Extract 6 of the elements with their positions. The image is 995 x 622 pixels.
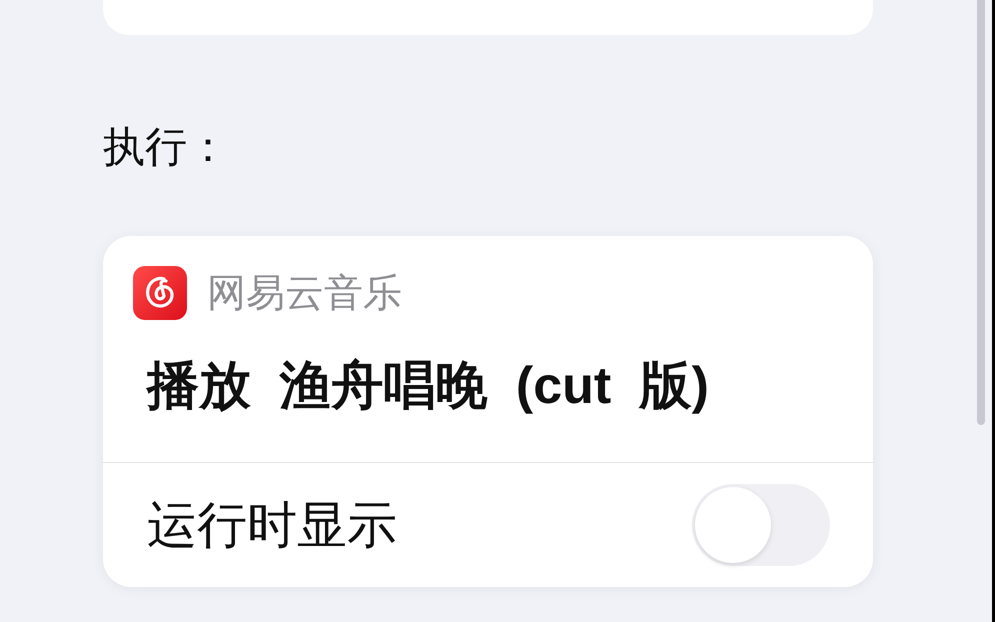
swirl-logo-icon bbox=[133, 266, 187, 320]
section-heading: 执行： bbox=[103, 126, 229, 168]
option-label: 运行时显示 bbox=[147, 500, 397, 550]
action-title: 播放 渔舟唱晚 (cut 版) bbox=[147, 360, 709, 412]
scrollbar[interactable] bbox=[977, 0, 985, 425]
app-name: 网易云音乐 bbox=[207, 274, 402, 312]
